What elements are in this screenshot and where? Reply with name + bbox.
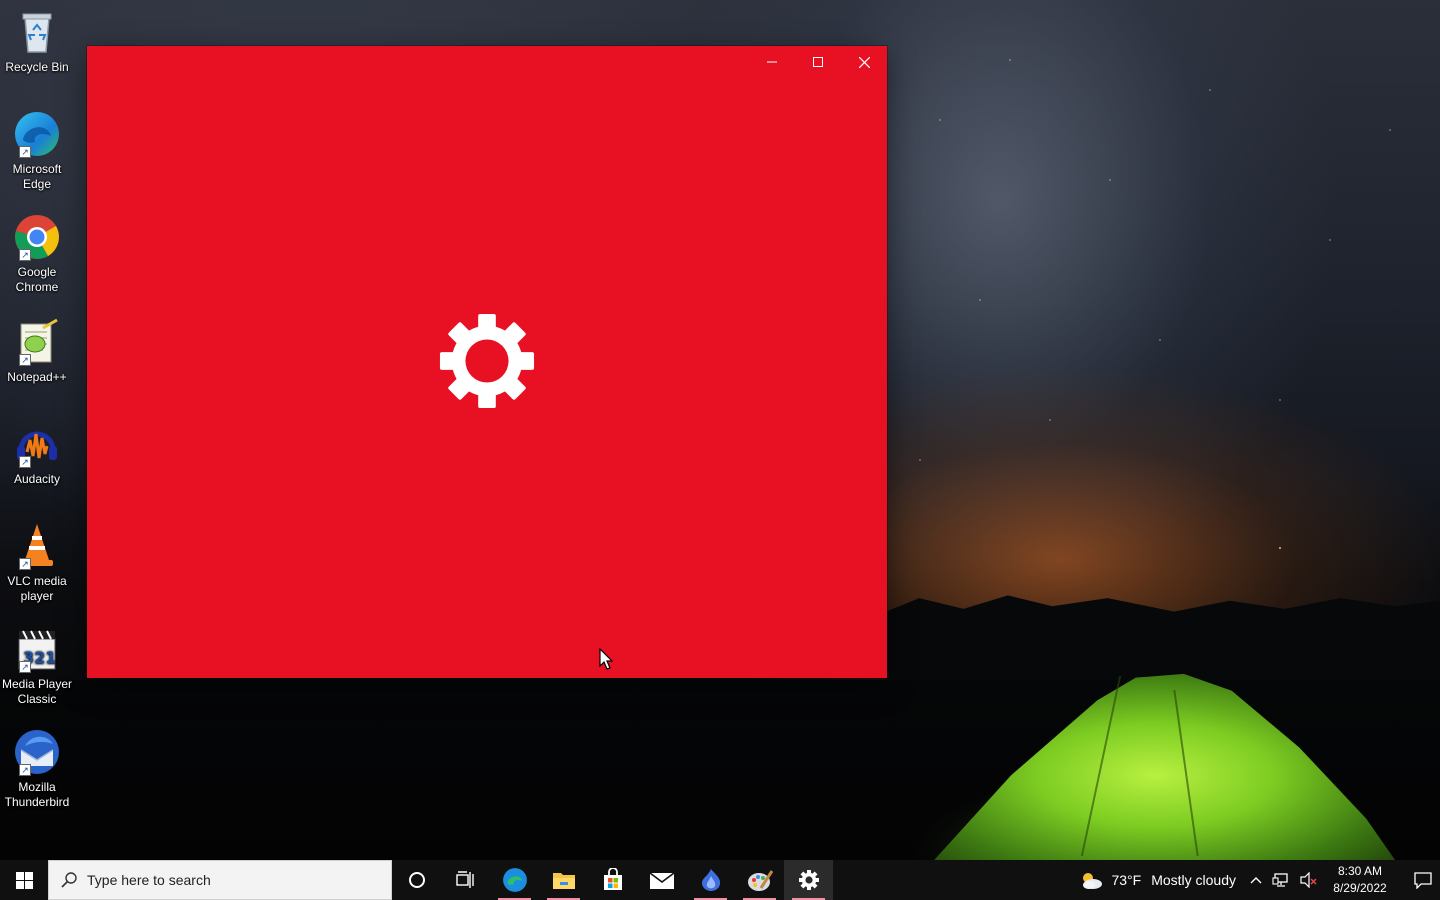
close-icon [858,56,870,68]
shortcut-arrow-icon: ↗ [19,764,31,776]
notification-icon [1413,872,1432,889]
taskbar-file-explorer[interactable] [539,860,588,900]
store-icon [603,868,622,890]
taskbar-paint[interactable] [735,860,784,900]
desktop-icon-label: Recycle Bin [5,60,69,74]
weather-temperature: 73°F [1111,872,1142,888]
settings-icon [798,870,819,890]
weather-condition: Mostly cloudy [1151,872,1236,888]
windows-logo-icon [15,871,33,889]
system-tray: 73°F Mostly cloudy 8:30 AM 8/29/2022 [1079,860,1440,900]
search-placeholder: Type here to search [87,872,211,888]
desktop-icon-thunderbird[interactable]: ↗ Mozilla Thunderbird [0,728,74,810]
settings-splash-window[interactable] [87,46,887,678]
desktop-icon-label: Notepad++ [7,370,67,384]
taskbar-store[interactable] [588,860,637,900]
desktop-icon-audacity[interactable]: ↗ Audacity [0,420,74,487]
taskbar-edge[interactable] [490,860,539,900]
taskbar-clock[interactable]: 8:30 AM 8/29/2022 [1332,863,1388,897]
desktop-icon-recycle-bin[interactable]: Recycle Bin [0,8,74,75]
notepadpp-icon: ↗ [13,318,61,366]
desktop-icon-label: Media Player Classic [1,677,73,706]
taskbar-search-box[interactable]: Type here to search [48,860,392,900]
cloudy-sun-icon [1083,873,1103,889]
task-view-icon [455,871,474,888]
edge-icon: ↗ [13,110,61,158]
start-button[interactable] [0,860,48,900]
weather-widget[interactable]: 73°F Mostly cloudy [1079,870,1236,890]
shortcut-arrow-icon: ↗ [19,354,31,366]
taskbar-settings[interactable] [784,860,833,900]
file-explorer-icon [552,873,575,889]
taskbar-app-flame[interactable] [686,860,735,900]
edge-icon [502,868,527,892]
cortana-icon [408,872,425,888]
clock-date: 8/29/2022 [1333,881,1387,895]
desktop-icon-notepadpp[interactable]: ↗ Notepad++ [0,318,74,385]
gear-icon [439,313,535,409]
shortcut-arrow-icon: ↗ [19,661,31,673]
taskbar: Type here to search 73°F Mostly cloudy 8… [0,860,1440,900]
audacity-icon: ↗ [13,420,61,468]
minimize-button[interactable] [749,46,795,78]
shortcut-arrow-icon: ↗ [19,146,31,158]
action-center-button[interactable] [1404,860,1440,900]
search-icon [61,872,77,888]
volume-muted-icon[interactable] [1300,872,1318,888]
desktop-icon-microsoft-edge[interactable]: ↗ Microsoft Edge [0,110,74,192]
thunderbird-icon: ↗ [13,728,61,776]
desktop-icon-label: Microsoft Edge [12,162,62,191]
chrome-icon: ↗ [13,213,61,261]
chevron-up-icon[interactable] [1250,876,1262,884]
recycle-bin-icon [13,8,61,56]
app-flame-icon [701,869,720,891]
cortana-button[interactable] [392,860,441,900]
desktop-icon-google-chrome[interactable]: ↗ Google Chrome [0,213,74,295]
vlc-icon: ↗ [13,522,61,570]
task-view-button[interactable] [441,860,490,900]
clock-time: 8:30 AM [1337,864,1383,878]
mail-icon [649,872,674,889]
shortcut-arrow-icon: ↗ [19,249,31,261]
mpc-icon: 321 ↗ [13,625,61,673]
desktop-icon-label: VLC media player [7,574,67,603]
tray-system-icons [1250,872,1318,888]
maximize-button[interactable] [795,46,841,78]
shortcut-arrow-icon: ↗ [19,456,31,468]
taskbar-mail[interactable] [637,860,686,900]
paint-icon [747,870,773,891]
desktop-icon-label: Mozilla Thunderbird [4,780,70,809]
maximize-icon [813,57,823,67]
mouse-cursor-icon [599,648,613,670]
shortcut-arrow-icon: ↗ [19,558,31,570]
desktop-icon-media-player-classic[interactable]: 321 ↗ Media Player Classic [0,625,74,707]
desktop-icon-vlc[interactable]: ↗ VLC media player [0,522,74,604]
minimize-icon [767,61,777,63]
close-button[interactable] [841,46,887,78]
window-controls [749,46,887,78]
desktop-icon-label: Google Chrome [15,265,59,294]
network-icon[interactable] [1272,872,1290,888]
desktop-icon-label: Audacity [13,472,61,486]
